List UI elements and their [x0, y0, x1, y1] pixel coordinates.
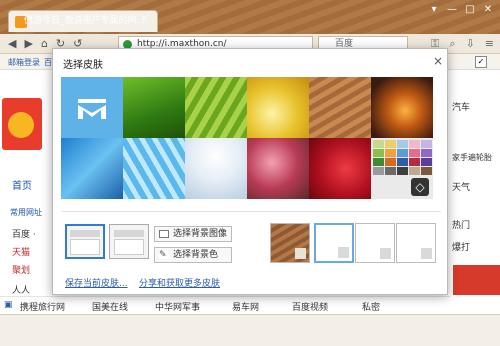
favorite-baidu[interactable]: 百 — [44, 57, 52, 68]
thumb-preview-icon — [380, 248, 391, 259]
select-bg-color-button[interactable]: ✎ 选择背景色 — [154, 247, 232, 263]
theme-switch-icon[interactable]: ◇ — [411, 178, 429, 196]
skin-yellow-flower[interactable] — [247, 77, 309, 138]
sun-logo-icon — [8, 112, 34, 138]
side-item-tmall[interactable]: 天猫 — [12, 245, 30, 258]
maxthon-m-icon — [78, 99, 106, 119]
layout-bar — [70, 230, 100, 237]
maxthon-logo — [2, 98, 42, 150]
select-bg-color-label: 选择背景色 — [173, 250, 219, 260]
select-bg-image-label: 选择背景图像 — [173, 229, 228, 239]
menu-lines-icon[interactable]: ≡ — [485, 37, 494, 51]
share-more-skins-link[interactable]: 分享和获取更多皮肤 — [139, 276, 220, 289]
bottom-links-bar: ▣ 携程旅行网 国美在线 中华网军事 易车网 百度视频 私密 — [0, 296, 450, 314]
skin-green-leaves[interactable] — [185, 77, 247, 138]
bg-thumb-blank-2[interactable] — [355, 223, 395, 263]
tab-title: 傲游今日_傲游用户专属的网... — [24, 16, 146, 26]
search-icon[interactable]: ⌕ — [449, 37, 455, 51]
color-palette — [371, 138, 433, 177]
right-item-tire[interactable]: 家手遍轮胎 — [452, 152, 492, 163]
image-icon — [159, 230, 169, 238]
common-sites-label: 常用网址 — [10, 208, 42, 217]
layout-option-1[interactable] — [65, 224, 105, 259]
skin-color-palette[interactable]: ◇ — [371, 138, 433, 199]
right-item-car[interactable]: 汽车 — [452, 100, 470, 113]
layout-body — [114, 239, 144, 255]
forward-icon[interactable]: ▶ — [24, 37, 32, 50]
side-item-juhuasuan[interactable]: 聚划 — [12, 263, 30, 276]
skin-red-rose[interactable] — [309, 138, 371, 199]
bottom-link-ctrip[interactable]: 携程旅行网 — [20, 300, 65, 313]
layout-body — [70, 239, 100, 255]
skin-grid: ◇ — [61, 77, 435, 199]
skin-dialog: 选择皮肤 × ◇ 选择背景图像 ✎ 选择背景色 保存当前皮肤... 分享和获取更… — [52, 48, 448, 295]
bg-thumb-blank-3[interactable] — [396, 223, 436, 263]
close-window-icon[interactable]: ✕ — [480, 3, 496, 17]
dialog-title: 选择皮肤 — [63, 60, 103, 71]
maximize-icon[interactable]: □ — [462, 3, 478, 17]
side-item-baidu[interactable]: 百度 · — [12, 227, 36, 240]
download-icon[interactable]: ⇩ — [466, 37, 475, 51]
menu-icon[interactable]: ▾ — [426, 3, 442, 17]
skin-maxthon-blue[interactable] — [61, 77, 123, 138]
skin-blue-water[interactable] — [61, 138, 123, 199]
layout-option-2[interactable] — [109, 224, 149, 259]
right-item-explode[interactable]: 爆打 — [452, 240, 470, 253]
home-icon[interactable]: ⌂ — [41, 37, 48, 50]
minimize-icon[interactable]: — — [444, 3, 460, 17]
skin-blue-glass[interactable] — [123, 138, 185, 199]
skin-pink-blossom[interactable] — [247, 138, 309, 199]
bottom-link-china-military[interactable]: 中华网军事 — [155, 300, 200, 313]
skin-desert-sand[interactable] — [309, 77, 371, 138]
skin-green-grass[interactable] — [123, 77, 185, 138]
bg-thumb-blank-selected[interactable] — [314, 223, 354, 263]
divider — [61, 211, 441, 212]
tab-close-icon[interactable]: × — [140, 13, 148, 24]
title-bar: 傲游今日_傲游用户专属的网... × ▾ — □ ✕ — [0, 0, 500, 34]
skin-orange-bokeh[interactable] — [371, 77, 433, 138]
side-item-renren[interactable]: 人人 — [12, 283, 30, 296]
dialog-close-icon[interactable]: × — [433, 54, 443, 68]
favorite-mail[interactable]: 邮箱登录 — [8, 57, 40, 68]
bottom-link-private[interactable]: 私密 — [362, 300, 380, 313]
skin-white-clouds[interactable] — [185, 138, 247, 199]
bottom-link-gome[interactable]: 国美在线 — [92, 300, 128, 313]
back-icon[interactable]: ◀ — [8, 37, 16, 50]
status-bar — [0, 314, 500, 346]
right-item-hot[interactable]: 热门 — [452, 218, 470, 231]
ad-banner[interactable] — [453, 265, 500, 295]
thumb-preview-icon — [421, 248, 432, 259]
save-current-skin-link[interactable]: 保存当前皮肤... — [65, 276, 128, 289]
eyedropper-icon: ✎ — [159, 251, 169, 260]
thumb-preview-icon — [295, 248, 306, 259]
layout-bar — [114, 230, 144, 237]
bottom-link-icon: ▣ — [4, 300, 13, 310]
home-tab[interactable]: 首页 — [12, 177, 32, 192]
bottom-link-baidu-video[interactable]: 百度视频 — [292, 300, 328, 313]
select-bg-image-button[interactable]: 选择背景图像 — [154, 226, 232, 242]
window-controls: ▾ — □ ✕ — [426, 3, 496, 17]
checkbox-icon[interactable]: ✓ — [475, 56, 487, 68]
right-item-weather[interactable]: 天气 — [452, 180, 470, 193]
bottom-link-yiche[interactable]: 易车网 — [232, 300, 259, 313]
thumb-preview-icon — [338, 247, 349, 258]
bg-thumb-sand[interactable] — [270, 223, 310, 263]
